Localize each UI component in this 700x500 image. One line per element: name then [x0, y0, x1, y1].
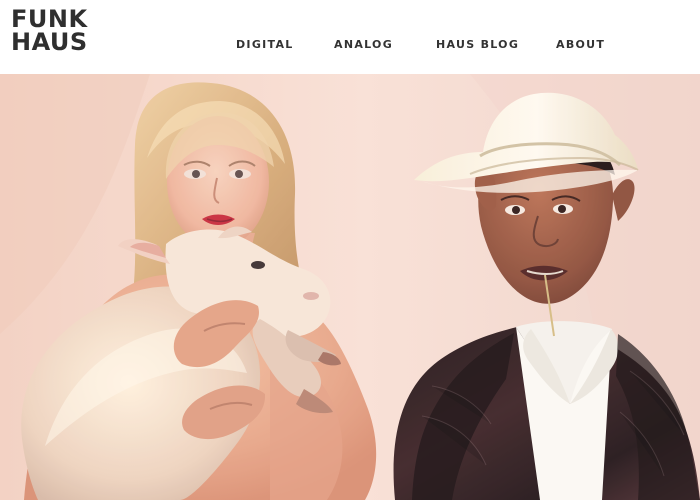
site-header: FUNK HAUS DIGITAL ANALOG HAUS BLOG ABOUT — [0, 0, 700, 74]
nav-link-digital[interactable]: DIGITAL — [236, 38, 294, 52]
nav-link-about[interactable]: ABOUT — [556, 38, 605, 52]
hero-image — [0, 74, 700, 500]
main-navigation: DIGITAL ANALOG HAUS BLOG ABOUT — [0, 38, 700, 54]
nav-link-haus-blog[interactable]: HAUS BLOG — [436, 38, 519, 52]
nav-link-analog[interactable]: ANALOG — [334, 38, 393, 52]
page: FUNK HAUS DIGITAL ANALOG HAUS BLOG ABOUT — [0, 0, 700, 500]
hero-photo-illustration — [0, 74, 700, 500]
